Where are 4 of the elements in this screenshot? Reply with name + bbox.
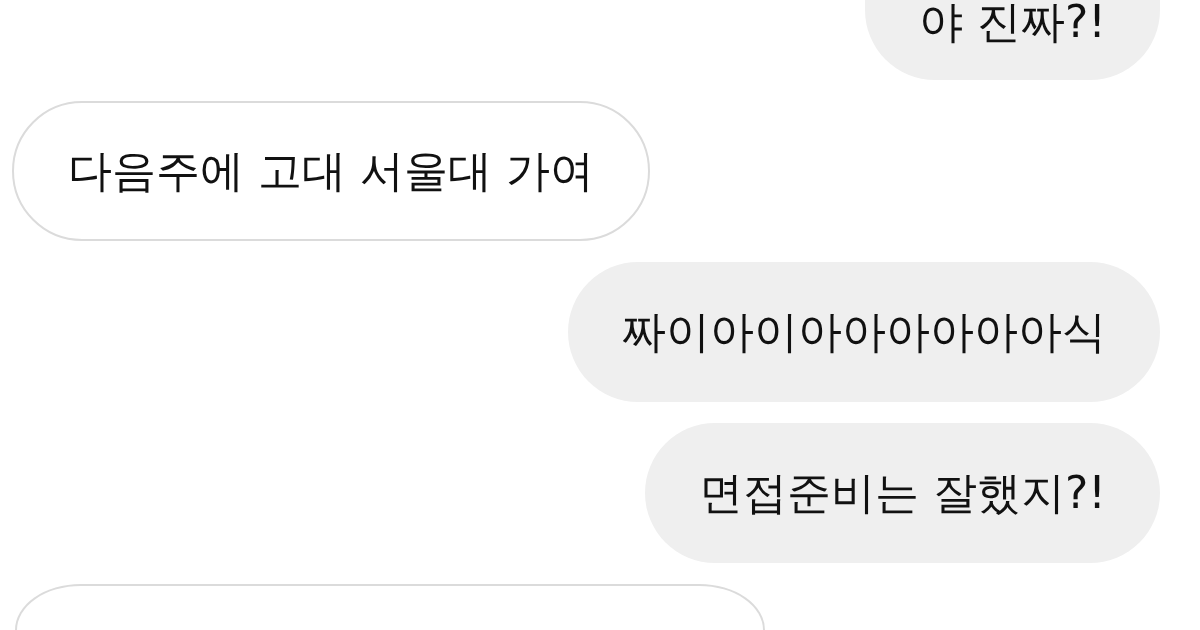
message-bubble: 짜이아이아아아아아아식 [568,262,1160,402]
message-bubble: 야 진짜?! [865,0,1160,80]
message-bubble: 면접준비는 잘했지?! [645,423,1160,563]
message-bubble: 다음주에 고대 서울대 가여 [12,101,650,241]
